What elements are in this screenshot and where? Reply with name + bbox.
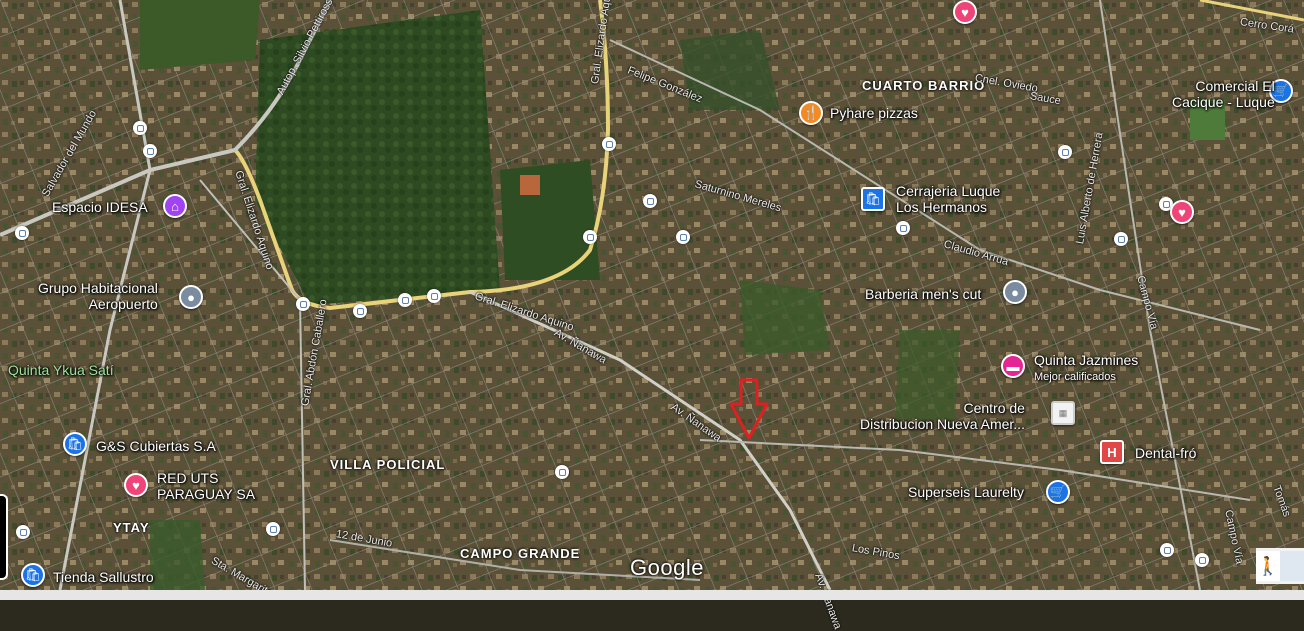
map-corner-controls: 🚶 xyxy=(1256,548,1304,584)
place-label-comercial-el-cacique[interactable]: Comercial El Cacique - Luque xyxy=(1172,78,1275,110)
pin-icon[interactable]: ● xyxy=(179,285,203,309)
bottom-bar xyxy=(0,590,1304,600)
bus-stop-icon[interactable] xyxy=(1160,543,1174,557)
building-icon[interactable]: ▦ xyxy=(1051,401,1075,425)
shopping-bag-icon[interactable]: 🛍 xyxy=(861,187,885,211)
bus-stop-icon[interactable] xyxy=(353,304,367,318)
shopping-bag-icon[interactable]: 🛍 xyxy=(63,432,87,456)
area-label-campo-grande: CAMPO GRANDE xyxy=(460,546,581,561)
place-label-espacio-idesa[interactable]: Espacio IDESA xyxy=(52,199,148,215)
bus-stop-icon[interactable] xyxy=(398,293,412,307)
bus-stop-icon[interactable] xyxy=(555,465,569,479)
bus-stop-icon[interactable] xyxy=(1058,145,1072,159)
bus-stop-icon[interactable] xyxy=(427,289,441,303)
bus-stop-icon[interactable] xyxy=(1195,553,1209,567)
bus-stop-icon[interactable] xyxy=(296,297,310,311)
side-panel-toggle[interactable] xyxy=(0,494,8,580)
bus-stop-icon[interactable] xyxy=(676,230,690,244)
google-logo: Google xyxy=(630,555,704,580)
place-label-centro-de-distribucion[interactable]: Centro de Distribucion Nueva Amer... xyxy=(860,400,1025,432)
bus-stop-icon[interactable] xyxy=(15,226,29,240)
bed-icon[interactable]: ▬ xyxy=(1001,354,1025,378)
bus-stop-icon[interactable] xyxy=(602,137,616,151)
bus-stop-icon[interactable] xyxy=(896,221,910,235)
place-label-quinta-ykua-sati[interactable]: Quinta Ykua Satí xyxy=(8,362,114,378)
place-label-superseis-laurelty[interactable]: Superseis Laurelty xyxy=(908,484,1024,500)
heart-icon[interactable]: ♥ xyxy=(953,0,977,24)
pegman-icon[interactable]: 🚶 xyxy=(1256,551,1280,581)
bus-stop-icon[interactable] xyxy=(583,230,597,244)
layers-icon[interactable] xyxy=(1280,551,1304,581)
bus-stop-icon[interactable] xyxy=(1114,232,1128,246)
pin-icon[interactable]: ● xyxy=(1003,280,1027,304)
place-label-quinta-jazmines[interactable]: Quinta Jazmines xyxy=(1034,352,1138,368)
shopping-cart-icon[interactable]: 🛒 xyxy=(1046,480,1070,504)
area-label-ytay: YTAY xyxy=(113,520,150,535)
bus-stop-icon[interactable] xyxy=(143,144,157,158)
fork-knife-icon[interactable]: 🍴 xyxy=(799,101,823,125)
shopping-bag-icon[interactable]: 🛍 xyxy=(21,563,45,587)
place-label-pyhare-pizzas[interactable]: Pyhare pizzas xyxy=(830,105,918,121)
place-label-grupo-habitacional[interactable]: Grupo Habitacional Aeropuerto xyxy=(38,280,158,312)
bus-stop-icon[interactable] xyxy=(266,522,280,536)
store-icon[interactable]: ⌂ xyxy=(163,194,187,218)
heart-icon[interactable]: ♥ xyxy=(124,473,148,497)
place-label-cerrajeria[interactable]: Cerrajeria Luque Los Hermanos xyxy=(896,183,1000,215)
place-label-dental-fro[interactable]: Dental-fró xyxy=(1135,445,1196,461)
hospital-icon[interactable]: H xyxy=(1100,440,1124,464)
bus-stop-icon[interactable] xyxy=(16,525,30,539)
bus-stop-icon[interactable] xyxy=(643,194,657,208)
area-label-villa-policial: VILLA POLICIAL xyxy=(330,457,446,472)
bus-stop-icon[interactable] xyxy=(133,121,147,135)
place-label-tienda-sallustro[interactable]: Tienda Sallustro xyxy=(53,569,154,585)
heart-icon[interactable]: ♥ xyxy=(1170,200,1194,224)
place-label-red-uts-paraguay[interactable]: RED UTS PARAGUAY SA xyxy=(157,470,255,502)
place-label-gs-cubiertas[interactable]: G&S Cubiertas S.A xyxy=(96,438,216,454)
area-label-cuarto-barrio: CUARTO BARRIO xyxy=(862,78,986,93)
place-sublabel-mejor-calificados: Mejor calificados xyxy=(1034,371,1116,383)
place-label-barberia[interactable]: Barberia men's cut xyxy=(865,286,981,302)
